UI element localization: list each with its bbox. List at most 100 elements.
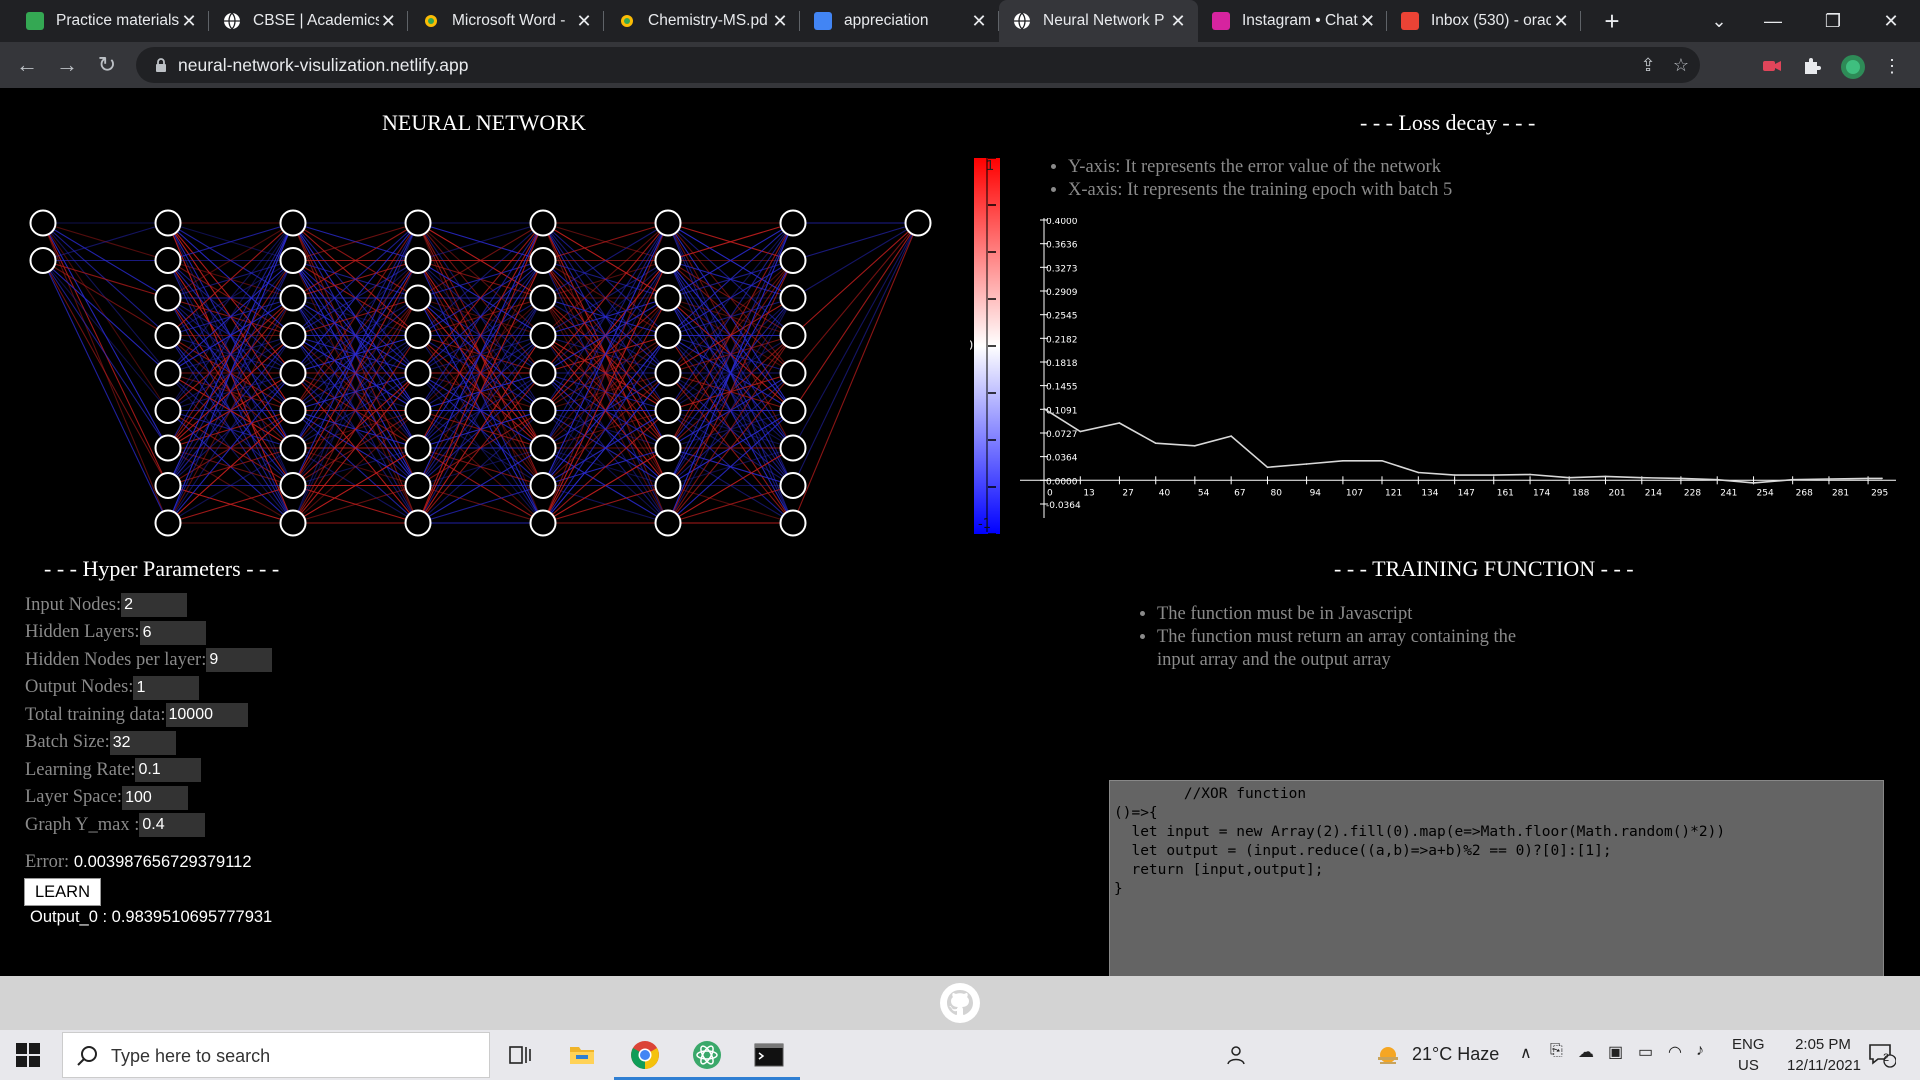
minimize-button[interactable]: — — [1750, 0, 1796, 42]
people-icon[interactable] — [1218, 1037, 1254, 1073]
tray-expand-icon[interactable]: ∧ — [1520, 1043, 1532, 1063]
profile-avatar[interactable] — [1840, 54, 1865, 79]
hidden-node — [154, 322, 182, 349]
hidden-node — [529, 397, 557, 424]
clock-date[interactable]: 12/11/2021 — [1774, 1057, 1874, 1074]
browser-tab[interactable]: Instagram • Chats ✕ — [1198, 0, 1387, 42]
lang-line1[interactable]: ENG — [1732, 1036, 1765, 1053]
tab-close-icon[interactable]: ✕ — [1551, 11, 1571, 32]
menu-kebab-icon[interactable]: ⋮ — [1880, 54, 1904, 78]
learn-button[interactable]: LEARN — [24, 878, 101, 906]
param-input[interactable] — [133, 675, 200, 700]
y-tick-label: 0.1455 — [1046, 383, 1078, 393]
browser-tab[interactable]: Microsoft Word - ✕ — [408, 0, 604, 42]
notifications-icon[interactable] — [1864, 1037, 1900, 1073]
chrome-icon[interactable] — [627, 1037, 663, 1073]
hidden-node — [279, 322, 307, 349]
meet-now-icon[interactable]: ⎘ — [1550, 1042, 1563, 1060]
windows-start-icon[interactable] — [16, 1043, 40, 1067]
onedrive-icon[interactable]: ☁ — [1578, 1042, 1594, 1062]
x-tick-label: 295 — [1871, 488, 1888, 498]
browser-tab[interactable]: Neural Network P ✕ — [999, 0, 1198, 42]
loss-point — [1194, 445, 1196, 447]
tab-close-icon[interactable]: ✕ — [379, 11, 398, 32]
param-input[interactable] — [121, 593, 188, 617]
volume-icon[interactable]: ♪ — [1696, 1042, 1704, 1060]
lang-line2[interactable]: US — [1738, 1057, 1759, 1074]
hidden-node — [779, 472, 807, 499]
task-view-icon[interactable] — [502, 1037, 538, 1073]
battery-icon[interactable]: ▭ — [1638, 1042, 1653, 1062]
hidden-node — [779, 434, 807, 462]
google-meet-favicon-icon — [814, 12, 832, 30]
hidden-node — [404, 434, 432, 462]
lock-icon[interactable] — [152, 56, 170, 74]
tab-close-icon[interactable]: ✕ — [770, 11, 790, 32]
x-tick-label: 147 — [1458, 488, 1475, 498]
tab-title: Inbox (530) - orac — [1431, 12, 1552, 29]
x-tick-label: 214 — [1645, 488, 1662, 498]
reload-icon[interactable]: ↻ — [92, 50, 122, 80]
y-tick-label: 0.3273 — [1046, 264, 1078, 274]
tab-close-icon[interactable]: ✕ — [574, 11, 594, 32]
yellow-circle-favicon-icon — [618, 12, 636, 30]
param-row: Hidden Nodes per layer: — [25, 648, 273, 672]
extension-record-icon[interactable] — [1760, 54, 1784, 78]
browser-tab[interactable]: Chemistry-MS.pd ✕ — [604, 0, 800, 42]
terminal-icon[interactable] — [751, 1037, 787, 1073]
green-favicon-icon — [26, 12, 44, 30]
hidden-node — [654, 434, 682, 462]
clock-time[interactable]: 2:05 PM — [1786, 1036, 1860, 1053]
loss-point — [1079, 430, 1082, 433]
address-bar[interactable]: neural-network-visulization.netlify.app … — [136, 47, 1700, 83]
atom-app-icon[interactable] — [689, 1037, 725, 1073]
hidden-node — [404, 397, 432, 424]
loss-point — [1881, 477, 1883, 480]
share-icon[interactable]: ⇪ — [1636, 53, 1660, 77]
restore-button[interactable]: ❐ — [1810, 0, 1856, 42]
wifi-icon[interactable]: ◠ — [1668, 1042, 1682, 1062]
hidden-node — [654, 472, 682, 499]
param-input[interactable] — [122, 785, 189, 810]
browser-tab[interactable]: Practice materials ✕ — [12, 0, 209, 42]
y-tick-label: 0.2545 — [1046, 312, 1078, 322]
weather-text[interactable]: 21°C Haze — [1412, 1044, 1499, 1065]
forward-icon[interactable]: → — [52, 50, 82, 80]
hidden-node — [529, 284, 557, 312]
param-input[interactable] — [206, 648, 273, 672]
tab-close-icon[interactable]: ✕ — [969, 11, 989, 32]
bookmark-star-icon[interactable]: ☆ — [1669, 53, 1693, 77]
taskbar-search[interactable]: Type here to search — [62, 1032, 490, 1078]
loss-point — [1640, 476, 1643, 479]
loss-chart: 0.4000 0.3636 0.3273 0.2909 0.2545 0.2182 0.18… — [1020, 218, 1896, 518]
hidden-node — [654, 247, 682, 274]
tab-close-icon[interactable]: ✕ — [179, 11, 199, 32]
param-input[interactable] — [139, 620, 206, 645]
tab-search-icon[interactable]: ⌄ — [1696, 0, 1742, 42]
browser-tab[interactable]: Inbox (530) - orac ✕ — [1387, 0, 1581, 42]
param-row: Graph Y_max : — [25, 813, 206, 837]
github-icon[interactable] — [939, 982, 981, 1024]
tab-close-icon[interactable]: ✕ — [1168, 11, 1188, 32]
param-input[interactable] — [135, 758, 202, 782]
file-explorer-icon[interactable] — [564, 1037, 600, 1073]
new-tab-button[interactable]: + — [1598, 6, 1626, 36]
param-input[interactable] — [165, 703, 248, 727]
browser-tab[interactable]: CBSE | Academics ✕ — [209, 0, 408, 42]
param-input[interactable] — [109, 730, 176, 755]
page-footer — [0, 976, 1920, 1030]
input-node — [29, 247, 57, 274]
param-input[interactable] — [139, 813, 206, 837]
tray-app-icon[interactable]: ▣ — [1608, 1042, 1623, 1062]
hidden-node — [279, 434, 307, 462]
hidden-node — [279, 359, 307, 387]
browser-tab[interactable]: appreciation ✕ — [800, 0, 999, 42]
tab-close-icon[interactable]: ✕ — [1358, 11, 1377, 32]
hidden-node — [779, 322, 807, 349]
close-window-button[interactable]: ✕ — [1868, 0, 1914, 42]
x-tick-label: 0 — [1047, 488, 1053, 498]
url-text[interactable]: neural-network-visulization.netlify.app — [178, 55, 469, 76]
weather-icon[interactable] — [1370, 1037, 1406, 1073]
extensions-puzzle-icon[interactable] — [1800, 54, 1824, 78]
back-icon[interactable]: ← — [12, 50, 42, 80]
